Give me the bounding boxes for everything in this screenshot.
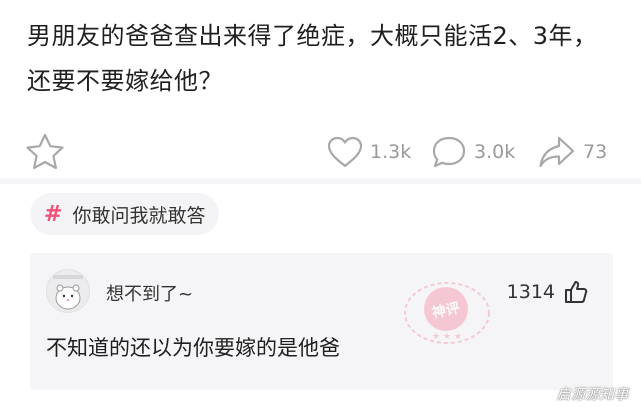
stamp-stars: ★ ★ ★ (432, 332, 462, 342)
post-card: 男朋友的爸爸查出来得了绝症，大概只能活2、3年，还要不要嫁给他？ 1.3k 3.… (0, 0, 641, 178)
heart-icon (327, 136, 363, 168)
comment-username[interactable]: 想不到了~ (106, 280, 193, 306)
star-icon (26, 133, 64, 170)
comment-text: 不知道的还以为你要嫁的是他爸 (46, 336, 340, 360)
comment-like-count: 1314 (506, 281, 555, 303)
avatar[interactable] (46, 269, 90, 313)
hamster-avatar-icon (47, 270, 89, 312)
topic-label: 你敢问我就敢答 (72, 204, 206, 227)
like-button[interactable]: 1.3k (326, 132, 411, 172)
share-count: 73 (583, 141, 608, 163)
comment-like-button[interactable]: 1314 (507, 279, 589, 305)
thumbs-up-icon (565, 281, 588, 303)
section-divider (0, 178, 641, 184)
share-arrow-icon (539, 136, 575, 168)
speech-bubble-icon (432, 136, 466, 168)
hash-icon: # (44, 201, 63, 227)
post-question-text: 男朋友的爸爸查出来得了绝症，大概只能活2、3年，还要不要嫁给他？ (27, 22, 598, 95)
topic-tag[interactable]: # 你敢问我就敢答 (30, 193, 220, 235)
share-button[interactable]: 73 (537, 132, 607, 172)
comment-button[interactable]: 3.0k (430, 132, 515, 172)
like-count: 1.3k (370, 141, 412, 163)
post-action-bar: 1.3k 3.0k 73 (0, 130, 641, 174)
source-watermark: 启源源知事 (556, 387, 629, 403)
favorite-button[interactable] (24, 132, 66, 172)
top-comment-card: 想不到了~ 神评 ★ ★ ★ 1314 不知道的还以为你要嫁的是他爸 (30, 253, 613, 390)
comment-count: 3.0k (474, 141, 516, 163)
hot-comment-stamp: 神评 ★ ★ ★ (404, 282, 490, 344)
